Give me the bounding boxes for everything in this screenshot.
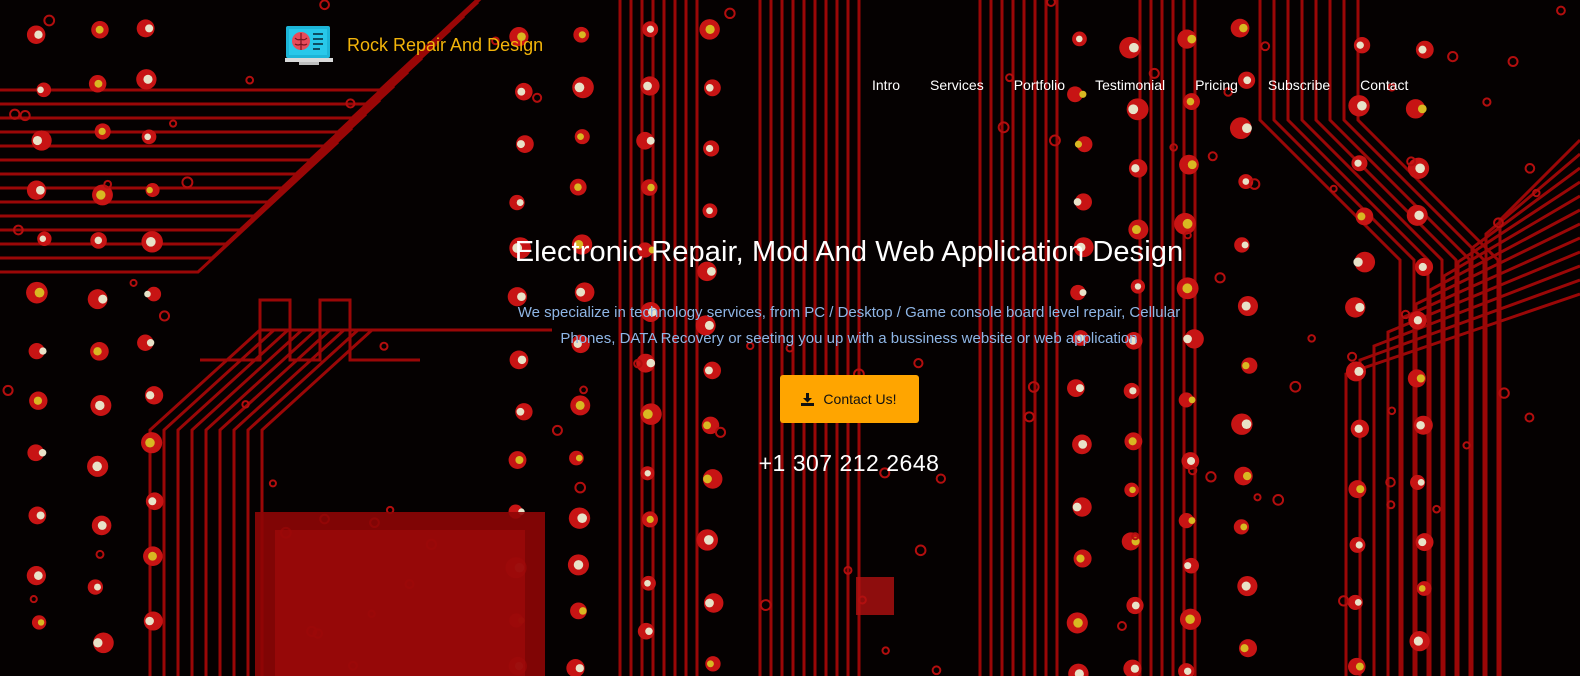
contact-us-label: Contact Us!	[823, 391, 897, 407]
main-nav: Intro Services Portfolio Testimonial Pri…	[872, 77, 1408, 93]
nav-item-subscribe[interactable]: Subscribe	[1268, 77, 1330, 93]
brain-monitor-icon	[285, 26, 333, 65]
phone-number: +1 307 212 2648	[758, 450, 940, 476]
nav-item-services[interactable]: Services	[930, 77, 984, 93]
hero-section: Electronic Repair, Mod And Web Applicati…	[0, 236, 1580, 477]
nav-item-contact[interactable]: Contact	[1360, 77, 1408, 93]
brand-link[interactable]: Rock Repair And Design	[285, 24, 543, 66]
site-header: Rock Repair And Design Intro Services Po…	[0, 0, 1580, 110]
brand-name: Rock Repair And Design	[347, 34, 544, 55]
page: Rock Repair And Design Intro Services Po…	[0, 0, 1580, 676]
hero-description: We specialize in technology services, fr…	[517, 304, 1181, 347]
hero-title: Electronic Repair, Mod And Web Applicati…	[514, 236, 1184, 268]
download-icon	[801, 392, 815, 406]
nav-item-testimonial[interactable]: Testimonial	[1095, 77, 1165, 93]
nav-item-pricing[interactable]: Pricing	[1195, 77, 1238, 93]
nav-item-portfolio[interactable]: Portfolio	[1014, 77, 1065, 93]
nav-item-intro[interactable]: Intro	[872, 77, 900, 93]
contact-us-button[interactable]: Contact Us!	[779, 375, 919, 423]
